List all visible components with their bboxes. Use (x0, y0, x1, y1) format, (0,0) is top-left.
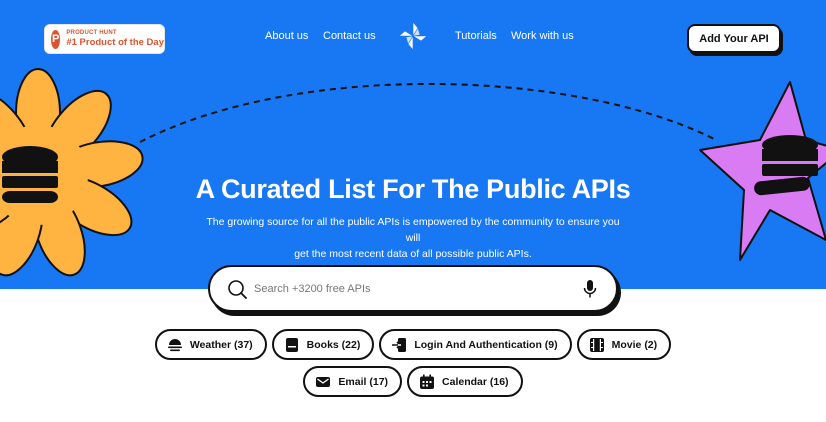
category-label: Books (22) (306, 338, 361, 351)
calendar-icon (420, 374, 435, 389)
film-icon (589, 337, 604, 352)
pinwheel-logo-icon[interactable] (399, 22, 427, 50)
nav-tutorials[interactable]: Tutorials (455, 30, 497, 42)
product-hunt-badge[interactable]: P PRODUCT HUNT #1 Product of the Day (44, 24, 165, 54)
search-icon[interactable] (227, 279, 247, 299)
category-row-2: Email (17) Calendar (16) (0, 366, 826, 397)
hero-subtitle: The growing source for all the public AP… (200, 214, 626, 262)
category-chip-weather[interactable]: Weather (37) (154, 329, 267, 360)
hero-section: P PRODUCT HUNT #1 Product of the Day Abo… (0, 0, 826, 289)
search-input[interactable] (254, 279, 554, 299)
page-title: A Curated List For The Public APIs (195, 174, 631, 204)
add-your-api-button[interactable]: Add Your API (687, 24, 781, 53)
weather-icon (167, 338, 182, 351)
hero-subtitle-line-2: get the most recent data of all possible… (294, 248, 532, 260)
search-bar[interactable] (208, 265, 618, 312)
category-label: Login And Authentication (9) (414, 338, 558, 351)
star-shape (699, 81, 826, 261)
microphone-icon[interactable] (582, 279, 598, 299)
category-chip-login-and-authentication[interactable]: Login And Authentication (9) (379, 329, 572, 360)
nav-work-with-us[interactable]: Work with us (511, 30, 574, 42)
product-hunt-logo-icon: P (51, 29, 61, 49)
nav-about-us[interactable]: About us (265, 30, 308, 42)
product-hunt-caption: PRODUCT HUNT (66, 30, 117, 37)
hero-subtitle-line-1: The growing source for all the public AP… (206, 216, 620, 244)
category-label: Weather (37) (189, 338, 253, 351)
category-label: Movie (2) (611, 338, 658, 351)
product-hunt-title: #1 Product of the Day (66, 37, 164, 49)
login-icon (392, 337, 407, 352)
category-chip-movie[interactable]: Movie (2) (576, 329, 672, 360)
email-icon (316, 376, 331, 387)
category-chip-email[interactable]: Email (17) (303, 366, 403, 397)
nav-contact-us[interactable]: Contact us (323, 30, 376, 42)
category-chip-calendar[interactable]: Calendar (16) (407, 366, 523, 397)
dashed-arc (139, 82, 717, 143)
category-label: Email (17) (338, 375, 389, 388)
book-icon (285, 337, 298, 352)
category-chip-books[interactable]: Books (22) (271, 329, 375, 360)
category-row-1: Weather (37) Books (22) Login And Authen… (0, 329, 826, 360)
category-label: Calendar (16) (442, 375, 509, 388)
